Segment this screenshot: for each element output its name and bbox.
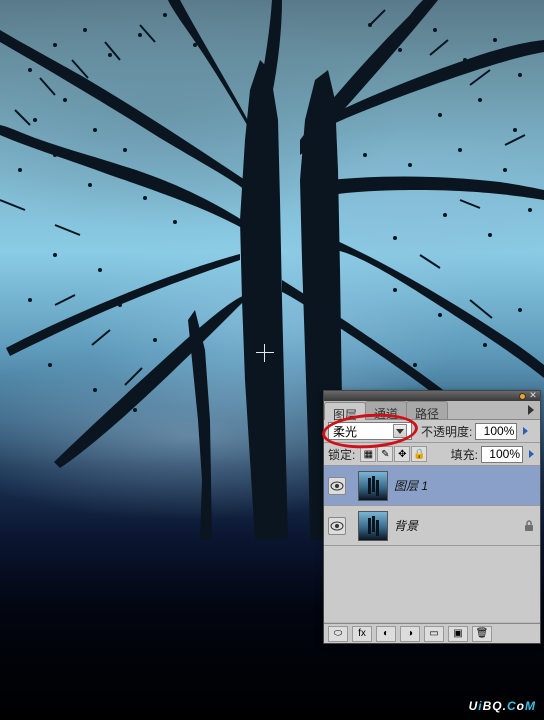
fill-flyout-button[interactable] — [526, 446, 536, 463]
lock-label: 锁定: — [328, 446, 355, 463]
tab-paths[interactable]: 路径 — [406, 401, 448, 419]
lock-pixels-button[interactable]: ✎ — [377, 446, 393, 462]
opacity-flyout-button[interactable] — [520, 423, 530, 440]
visibility-toggle[interactable] — [328, 517, 346, 535]
close-button[interactable]: ✕ — [528, 392, 538, 400]
watermark: UiBQ.CoM — [469, 690, 536, 716]
lock-buttons: ▦ ✎ ✥ 🔒 — [360, 446, 427, 462]
opacity-value: 100% — [484, 424, 515, 438]
lock-position-button[interactable]: ✥ — [394, 446, 410, 462]
layers-list: 图层 1 背景 — [324, 466, 540, 622]
lock-icon — [522, 519, 536, 533]
lock-fill-row: 锁定: ▦ ✎ ✥ 🔒 填充: 100% — [324, 443, 540, 466]
panel-tabs: 图层 通道 路径 — [324, 401, 540, 420]
fill-input[interactable]: 100% — [481, 446, 523, 463]
blend-opacity-row: 柔光 不透明度: 100% — [324, 420, 540, 443]
fill-label: 填充: — [451, 446, 478, 463]
layer-group-button[interactable]: ▭ — [424, 626, 444, 642]
panel-bottom-bar: ⬭ fx ◐ ◑ ▭ ▣ 🗑 — [324, 623, 540, 643]
layer-thumbnail[interactable] — [358, 511, 388, 541]
panel-menu-button[interactable] — [522, 401, 540, 419]
lock-transparent-button[interactable]: ▦ — [360, 446, 376, 462]
new-layer-button[interactable]: ▣ — [448, 626, 468, 642]
link-layers-button[interactable]: ⬭ — [328, 626, 348, 642]
wm-5: o — [517, 699, 525, 713]
fill-value: 100% — [489, 447, 520, 461]
visibility-toggle[interactable] — [328, 477, 346, 495]
tab-channels[interactable]: 通道 — [365, 401, 407, 419]
layer-name[interactable]: 背景 — [394, 517, 418, 534]
blend-mode-dropdown[interactable]: 柔光 — [328, 422, 412, 440]
wm-3: BQ. — [483, 699, 507, 713]
layer-mask-button[interactable]: ◐ — [376, 626, 396, 642]
lock-all-button[interactable]: 🔒 — [411, 446, 427, 462]
menu-arrow-icon — [528, 405, 534, 415]
blend-mode-value: 柔光 — [333, 423, 357, 440]
layer-thumbnail[interactable] — [358, 471, 388, 501]
minimize-button[interactable] — [519, 393, 526, 400]
opacity-label: 不透明度: — [421, 423, 472, 440]
panel-titlebar[interactable]: ✕ — [324, 391, 540, 401]
layers-panel: ✕ 图层 通道 路径 柔光 不透明度: 100% 锁定: ▦ ✎ ✥ 🔒 填充:… — [323, 390, 541, 644]
delete-layer-button[interactable]: 🗑 — [472, 626, 492, 642]
wm-6: M — [525, 699, 536, 713]
layer-row[interactable]: 图层 1 — [324, 466, 540, 506]
layer-row[interactable]: 背景 — [324, 506, 540, 546]
layer-name[interactable]: 图层 1 — [394, 477, 428, 494]
dropdown-arrow-icon — [393, 424, 407, 438]
wm-1: U — [469, 699, 479, 713]
layer-fx-button[interactable]: fx — [352, 626, 372, 642]
tab-layers[interactable]: 图层 — [324, 402, 366, 420]
opacity-input[interactable]: 100% — [475, 423, 517, 440]
wm-4: C — [507, 699, 517, 713]
adjustment-layer-button[interactable]: ◑ — [400, 626, 420, 642]
